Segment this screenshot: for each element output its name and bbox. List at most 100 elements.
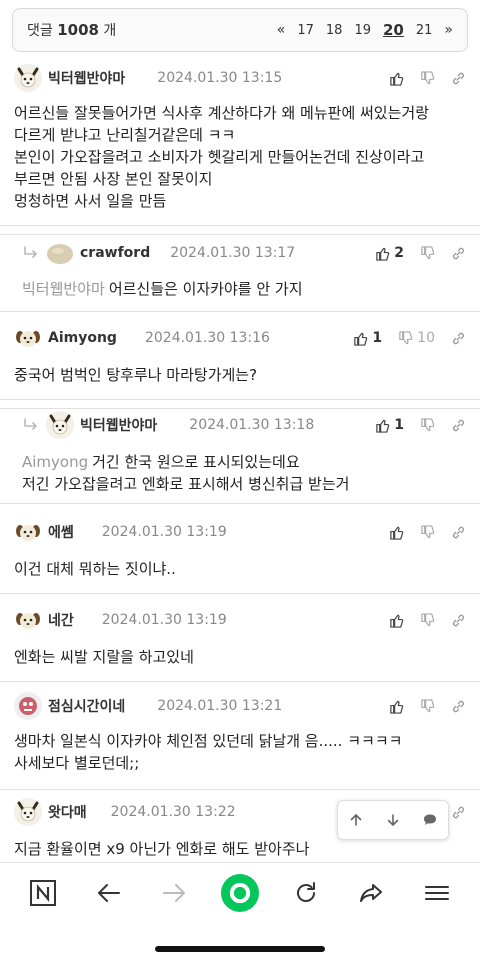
- comment-count-label: 댓글: [27, 23, 53, 39]
- like-button[interactable]: [389, 699, 404, 714]
- arrow-down-icon[interactable]: [385, 812, 401, 828]
- comment-item: 점심시간이네 2024.01.30 13:21 생마차 일본식 이자카야 체인점…: [0, 688, 480, 790]
- menu-icon: [425, 885, 450, 900]
- share-button[interactable]: [351, 873, 391, 913]
- home-indicator[interactable]: [155, 946, 325, 952]
- comment-nickname[interactable]: crawford: [80, 245, 150, 261]
- thumbs-down-icon: [420, 418, 435, 433]
- comment-date: 2024.01.30 13:22: [110, 804, 236, 820]
- link-icon: [451, 418, 466, 433]
- like-button[interactable]: [389, 71, 404, 86]
- link-icon: [451, 699, 466, 714]
- mention[interactable]: Aimyong: [22, 453, 88, 471]
- floating-scroll-bar: [337, 800, 449, 840]
- page-21[interactable]: 21: [416, 23, 433, 38]
- avatar[interactable]: [14, 324, 42, 352]
- comment-line: 생마차 일본식 이자카야 체인점 있던데 닭날개 음..... ㅋㅋㅋㅋ: [14, 732, 403, 750]
- page-17[interactable]: 17: [297, 23, 314, 38]
- mention[interactable]: 빅터웹반야마: [22, 280, 105, 298]
- link-button[interactable]: [451, 525, 466, 540]
- comment-count: 댓글 1008 개: [27, 20, 116, 40]
- dislike-button[interactable]: [420, 418, 435, 433]
- comment-nickname[interactable]: 빅터웹반야마: [80, 415, 157, 435]
- avatar[interactable]: [14, 518, 42, 546]
- green-home-button[interactable]: [220, 873, 260, 913]
- naver-home-button[interactable]: [23, 873, 63, 913]
- comment-nickname[interactable]: 점심시간이네: [48, 696, 125, 716]
- comment-date: 2024.01.30 13:18: [189, 417, 315, 433]
- like-button[interactable]: [389, 525, 404, 540]
- comment-date: 2024.01.30 13:19: [101, 524, 227, 540]
- avatar[interactable]: [14, 798, 42, 826]
- link-button[interactable]: [451, 613, 466, 628]
- comment-line: 다르게 받냐고 난리칠거같은데 ㅋㅋ: [14, 126, 236, 144]
- refresh-button[interactable]: [286, 873, 326, 913]
- forward-button[interactable]: [154, 873, 194, 913]
- comment-nickname[interactable]: 에쎔: [48, 522, 74, 542]
- dislike-button[interactable]: [420, 246, 435, 261]
- pager-next[interactable]: »: [444, 22, 453, 38]
- comment-date: 2024.01.30 13:17: [170, 245, 296, 261]
- comment-body: 지금 환율이면 x9 아닌가 엔화로 해도 받아주나: [14, 838, 309, 860]
- link-button[interactable]: [451, 71, 466, 86]
- comment-line: 지금 환율이면 x9 아닌가 엔화로 해도 받아주나: [14, 840, 310, 858]
- comment-date: 2024.01.30 13:21: [157, 698, 283, 714]
- link-button[interactable]: [451, 246, 466, 261]
- dislike-button[interactable]: [420, 71, 435, 86]
- link-icon: [451, 525, 466, 540]
- comment-line: 부르면 안됨 사장 본인 잘못이지: [14, 170, 213, 188]
- comment-line: 저긴 가오잡을려고 엔화로 표시해서 병신취급 받는거: [22, 475, 350, 493]
- comment-body: 엔화는 씨발 지랄을 하고있네: [14, 646, 194, 668]
- dislike-button[interactable]: [420, 613, 435, 628]
- comment-line: 거긴 한국 원으로 표시되있는데요: [92, 453, 300, 471]
- thumbs-down-icon: [420, 246, 435, 261]
- comment-body: 생마차 일본식 이자카야 체인점 있던데 닭날개 음..... ㅋㅋㅋㅋ 사세보…: [14, 730, 402, 774]
- pager-prev[interactable]: «: [277, 22, 286, 38]
- avatar[interactable]: [46, 411, 74, 439]
- dislike-button[interactable]: [420, 525, 435, 540]
- comment-nickname[interactable]: Aimyong: [48, 330, 117, 346]
- avatar[interactable]: [14, 692, 42, 720]
- like-button[interactable]: 1: [375, 417, 404, 433]
- dislike-button[interactable]: [420, 699, 435, 714]
- menu-button[interactable]: [417, 873, 457, 913]
- reply-item: 빅터웹반야마 2024.01.30 13:18 1 Aimyong 거긴 한국 원…: [0, 408, 480, 504]
- like-count: 2: [394, 245, 404, 261]
- avatar[interactable]: [46, 239, 74, 267]
- like-button[interactable]: 1: [353, 330, 382, 346]
- thumbs-down-icon: [420, 699, 435, 714]
- like-button[interactable]: [389, 613, 404, 628]
- page-18[interactable]: 18: [326, 23, 343, 38]
- like-count: 1: [394, 417, 404, 433]
- chat-bubble-icon[interactable]: [422, 812, 438, 828]
- arrow-up-icon[interactable]: [348, 812, 364, 828]
- dislike-button[interactable]: 10: [398, 330, 435, 346]
- comment-body: 중국어 범벅인 탕후루나 마라탕가게는?: [14, 364, 257, 386]
- page-19[interactable]: 19: [354, 23, 371, 38]
- comment-item: Aimyong 2024.01.30 13:16 1 10 중국어 범벅인 탕후…: [0, 322, 480, 400]
- thumbs-up-icon: [389, 613, 404, 628]
- like-button[interactable]: 2: [375, 245, 404, 261]
- avatar[interactable]: [14, 64, 42, 92]
- comment-line: 이건 대체 뭐하는 짓이냐..: [14, 560, 176, 578]
- thumbs-up-icon: [389, 699, 404, 714]
- comment-body: 빅터웹반야마 어르신들은 이자카야를 안 가지: [22, 278, 303, 300]
- comment-line: 어르신들 잘못들어가면 식사후 계산하다가 왜 메뉴판에 써있는거랑: [14, 104, 430, 122]
- comment-count-value: 1008: [57, 21, 99, 39]
- comment-line: 멍청하면 사서 일을 만듬: [14, 192, 167, 210]
- comment-date: 2024.01.30 13:19: [101, 612, 227, 628]
- avatar[interactable]: [14, 606, 42, 634]
- thumbs-down-icon: [398, 331, 413, 346]
- page-20-current[interactable]: 20: [383, 21, 404, 39]
- comment-nickname[interactable]: 빅터웹반야마: [48, 68, 125, 88]
- link-button[interactable]: [451, 699, 466, 714]
- forward-arrow-icon: [163, 883, 186, 902]
- thumbs-down-icon: [420, 71, 435, 86]
- link-button[interactable]: [451, 418, 466, 433]
- comment-nickname[interactable]: 네간: [48, 610, 74, 630]
- link-button[interactable]: [451, 805, 466, 820]
- back-button[interactable]: [89, 873, 129, 913]
- link-button[interactable]: [451, 331, 466, 346]
- share-icon: [360, 883, 383, 902]
- comment-nickname[interactable]: 왓다매: [48, 802, 87, 822]
